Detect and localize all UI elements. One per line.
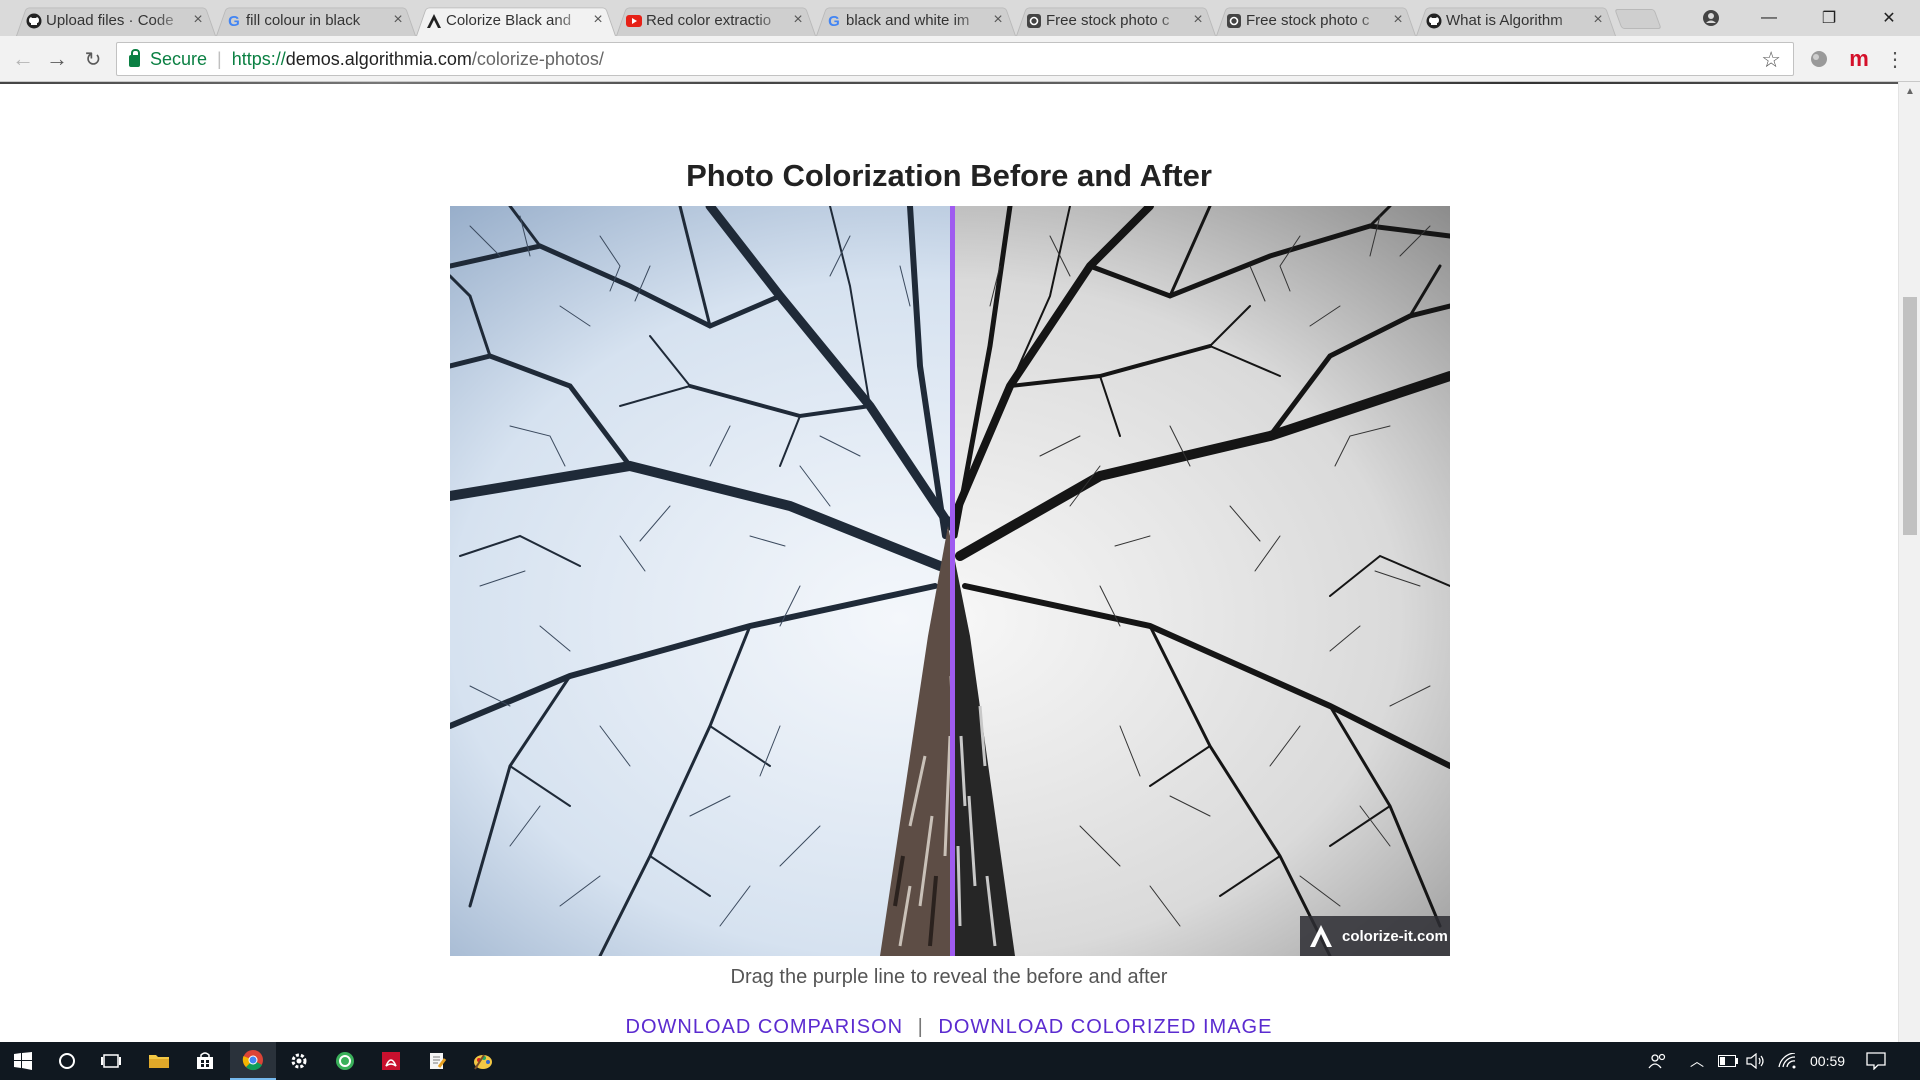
- scrollbar-thumb[interactable]: [1903, 297, 1917, 535]
- tab-free-stock-1[interactable]: Free stock photo c ×: [1016, 4, 1216, 36]
- youtube-icon: [626, 13, 642, 29]
- lock-icon: [129, 49, 140, 67]
- camera-icon: [1026, 13, 1042, 29]
- action-center-icon[interactable]: [1866, 1042, 1886, 1080]
- tab-free-stock-2[interactable]: Free stock photo c ×: [1216, 4, 1416, 36]
- chrome-icon[interactable]: [230, 1042, 276, 1080]
- new-tab-button[interactable]: [1614, 9, 1662, 29]
- extension-m-icon[interactable]: m: [1846, 46, 1872, 72]
- page-title: Photo Colorization Before and After: [686, 158, 1212, 193]
- windows-taskbar: ︿ 00:59: [0, 1042, 1920, 1080]
- tab-title: Free stock photo c: [1246, 11, 1370, 29]
- tab-what-is-algorithmia[interactable]: What is Algorithm ×: [1416, 4, 1616, 36]
- wifi-icon[interactable]: [1778, 1042, 1798, 1080]
- acrobat-icon[interactable]: [368, 1042, 414, 1080]
- forward-arrow-icon[interactable]: →: [44, 46, 70, 72]
- address-bar[interactable]: Secure | https:// demos.algorithmia.com …: [116, 42, 1794, 76]
- tab-title: fill colour in black: [246, 11, 361, 29]
- tray-chevron-up-icon[interactable]: ︿: [1690, 1042, 1704, 1080]
- close-icon[interactable]: ×: [790, 11, 806, 29]
- store-icon[interactable]: [182, 1042, 228, 1080]
- minimize-button[interactable]: —: [1740, 0, 1798, 36]
- reload-icon[interactable]: ↻: [80, 46, 106, 72]
- algorithmia-icon: [426, 13, 442, 29]
- maximize-button[interactable]: ❐: [1800, 0, 1858, 36]
- url-scheme: https://: [231, 48, 286, 69]
- close-icon[interactable]: ×: [390, 11, 406, 29]
- app-green-icon[interactable]: [322, 1042, 368, 1080]
- back-arrow-icon[interactable]: ←: [10, 46, 36, 72]
- people-icon[interactable]: [1648, 1042, 1668, 1080]
- close-icon[interactable]: ×: [590, 11, 606, 29]
- file-explorer-icon[interactable]: [136, 1042, 182, 1080]
- close-icon[interactable]: ×: [1390, 11, 1406, 29]
- github-icon: [26, 13, 42, 29]
- close-icon[interactable]: ×: [990, 11, 1006, 29]
- hero-image-edge: [0, 82, 1898, 84]
- tab-black-white[interactable]: G black and white im ×: [816, 4, 1016, 36]
- bookmark-star-icon[interactable]: ☆: [1761, 47, 1781, 73]
- google-icon: G: [828, 12, 840, 30]
- link-separator: |: [917, 1016, 924, 1038]
- tab-colorize[interactable]: Colorize Black and ×: [416, 4, 616, 36]
- close-window-button[interactable]: ✕: [1860, 0, 1918, 36]
- tab-title: black and white im: [846, 11, 970, 29]
- address-separator: |: [217, 48, 222, 69]
- settings-icon[interactable]: [276, 1042, 322, 1080]
- clock[interactable]: 00:59: [1810, 1042, 1845, 1080]
- close-icon[interactable]: ×: [190, 11, 206, 29]
- comparison-slider-handle[interactable]: [950, 206, 955, 956]
- browser-toolbar: ← → ↻ Secure | https:// demos.algorithmi…: [0, 36, 1920, 82]
- url-path: /colorize-photos/: [471, 48, 604, 69]
- task-view-icon[interactable]: [88, 1042, 134, 1080]
- extension-globe-icon[interactable]: [1806, 46, 1832, 72]
- battery-icon[interactable]: [1718, 1042, 1738, 1080]
- tab-title: Upload files · Code: [46, 11, 174, 29]
- paint-icon[interactable]: [460, 1042, 506, 1080]
- colorize-it-watermark: colorize-it.com: [1300, 916, 1450, 956]
- cortana-icon[interactable]: [44, 1042, 90, 1080]
- volume-icon[interactable]: [1746, 1042, 1766, 1080]
- tab-title: What is Algorithm: [1446, 11, 1563, 29]
- notepad-icon[interactable]: [414, 1042, 460, 1080]
- camera-icon: [1226, 13, 1242, 29]
- page-content: Photo Colorization Before and After colo…: [0, 82, 1898, 1042]
- page-scrollbar[interactable]: ▲: [1898, 82, 1920, 1042]
- scroll-up-arrow-icon[interactable]: ▲: [1905, 86, 1915, 97]
- menu-kebab-icon[interactable]: ⋮: [1882, 46, 1908, 72]
- close-icon[interactable]: ×: [1590, 11, 1606, 29]
- close-icon[interactable]: ×: [1190, 11, 1206, 29]
- github-icon: [1426, 13, 1442, 29]
- tab-title: Red color extractio: [646, 11, 772, 29]
- download-comparison-link[interactable]: DOWNLOAD COMPARISON: [626, 1016, 904, 1038]
- url-host: demos.algorithmia.com: [285, 48, 472, 69]
- google-icon: G: [228, 12, 240, 30]
- download-links: DOWNLOAD COMPARISON | DOWNLOAD COLORIZED…: [0, 1016, 1898, 1039]
- tab-red-color[interactable]: Red color extractio ×: [616, 4, 816, 36]
- watermark-text: colorize-it.com: [1342, 927, 1448, 945]
- profile-icon[interactable]: [1682, 0, 1740, 36]
- algorithmia-logo-icon: [1310, 925, 1332, 947]
- tab-title: Colorize Black and: [446, 11, 572, 29]
- tab-strip: Upload files · Code × G fill colour in b…: [0, 0, 1920, 36]
- before-after-comparison[interactable]: colorize-it.com: [450, 206, 1450, 956]
- tab-title: Free stock photo c: [1046, 11, 1170, 29]
- tab-upload-files[interactable]: Upload files · Code ×: [16, 4, 216, 36]
- secure-label: Secure: [150, 48, 208, 69]
- start-icon[interactable]: [0, 1042, 46, 1080]
- download-colorized-link[interactable]: DOWNLOAD COLORIZED IMAGE: [938, 1016, 1272, 1038]
- comparison-caption: Drag the purple line to reveal the befor…: [730, 966, 1168, 988]
- tab-fill-colour[interactable]: G fill colour in black ×: [216, 4, 416, 36]
